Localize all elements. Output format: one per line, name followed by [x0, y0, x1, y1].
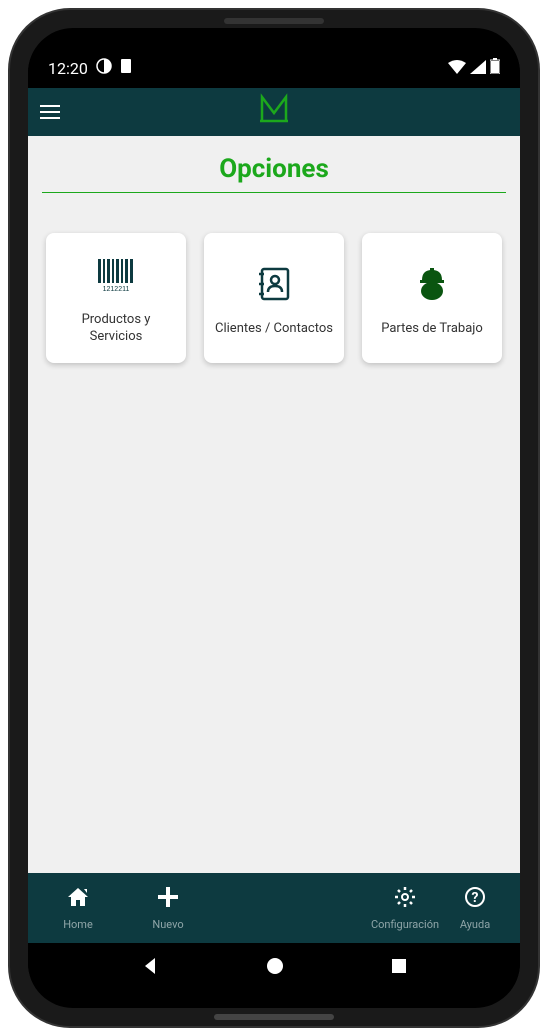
- system-home-button[interactable]: [265, 956, 285, 980]
- options-grid: 1212211 Productos y Servicios: [42, 233, 506, 363]
- phone-speaker: [224, 18, 324, 24]
- card-label: Partes de Trabajo: [381, 321, 483, 338]
- nav-home[interactable]: Home: [43, 886, 113, 931]
- card-productos-servicios[interactable]: 1212211 Productos y Servicios: [46, 233, 186, 363]
- status-icon-card: [120, 58, 132, 78]
- system-back-button[interactable]: [140, 956, 160, 980]
- page-title: Opciones: [42, 154, 506, 193]
- worker-icon: [416, 259, 448, 309]
- phone-screen: 12:20: [28, 28, 520, 1008]
- app-logo: [258, 93, 290, 132]
- content-area: Opciones 1: [28, 136, 520, 873]
- battery-icon: [490, 58, 500, 78]
- contacts-icon: [256, 259, 292, 309]
- system-recent-button[interactable]: [390, 957, 408, 979]
- home-icon: [66, 886, 90, 912]
- nav-label: Home: [63, 918, 93, 931]
- card-label: Clientes / Contactos: [215, 321, 333, 338]
- nav-label: Ayuda: [460, 918, 490, 931]
- system-nav: [28, 943, 520, 993]
- status-right: [448, 58, 500, 78]
- app-bar: [28, 88, 520, 136]
- barcode-icon: 1212211: [96, 250, 136, 300]
- svg-text:?: ?: [472, 890, 479, 906]
- phone-frame: 12:20: [10, 10, 538, 1026]
- status-icon-circle: [96, 58, 112, 78]
- card-clientes-contactos[interactable]: Clientes / Contactos: [204, 233, 344, 363]
- nav-ayuda[interactable]: ? Ayuda: [440, 886, 510, 931]
- phone-speaker-bottom: [214, 1014, 334, 1020]
- nav-label: Configuración: [371, 918, 439, 931]
- gear-icon: [394, 886, 416, 912]
- bottom-nav: Home Nuevo Configuración ? Ayuda: [28, 873, 520, 943]
- svg-text:1212211: 1212211: [103, 286, 130, 293]
- menu-button[interactable]: [40, 105, 60, 119]
- signal-icon: [470, 59, 486, 78]
- wifi-icon: [448, 59, 466, 78]
- nav-configuracion[interactable]: Configuración: [370, 886, 440, 931]
- help-icon: ?: [464, 886, 486, 912]
- status-left: 12:20: [48, 58, 132, 78]
- nav-label: Nuevo: [152, 918, 183, 931]
- nav-nuevo[interactable]: Nuevo: [133, 886, 203, 931]
- status-time: 12:20: [48, 59, 88, 78]
- plus-icon: [157, 886, 179, 912]
- card-label: Productos y Servicios: [54, 312, 178, 346]
- card-partes-trabajo[interactable]: Partes de Trabajo: [362, 233, 502, 363]
- status-bar: 12:20: [28, 48, 520, 88]
